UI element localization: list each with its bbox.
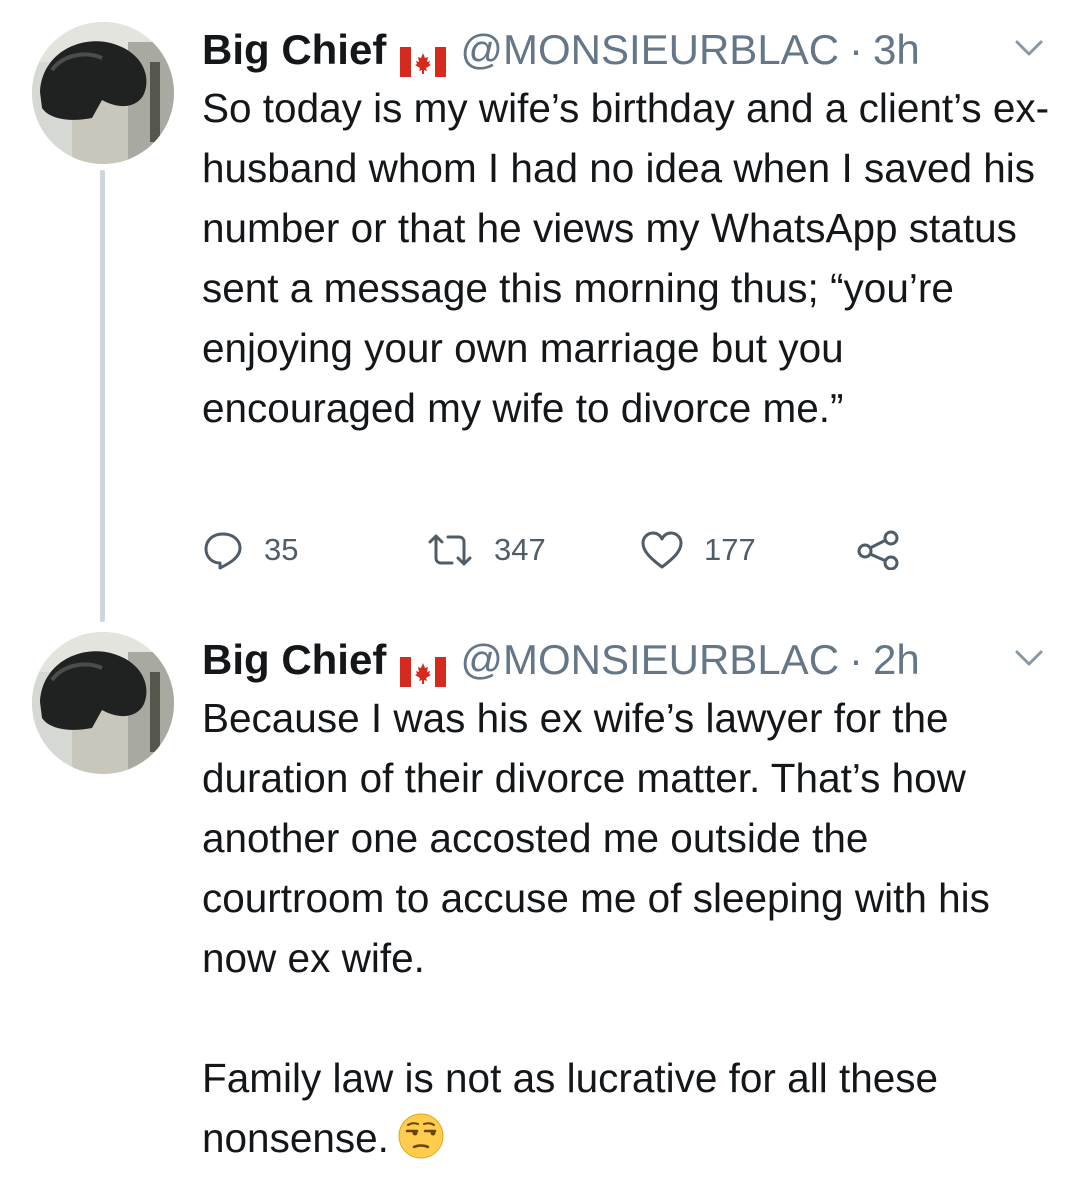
username-handle[interactable]: @MONSIEURBLAC <box>460 24 839 76</box>
chevron-down-icon[interactable] <box>1014 38 1044 58</box>
timestamp[interactable]: 2h <box>873 634 920 686</box>
tweet-text: Because I was his ex wife’s lawyer for t… <box>202 688 1052 1168</box>
canada-flag-icon <box>400 647 447 687</box>
retweet-button[interactable]: 347 <box>426 528 546 572</box>
heart-icon <box>641 531 683 569</box>
retweet-count: 347 <box>494 532 546 567</box>
tweet-actions: 35 347 177 <box>202 528 962 572</box>
tweet-header: Big Chief @MONSIEURBLAC · 3h <box>202 24 920 77</box>
reply-bubble-icon <box>204 532 242 570</box>
chevron-down-icon[interactable] <box>1014 648 1044 668</box>
avatar[interactable] <box>32 22 174 164</box>
avatar[interactable] <box>32 632 174 774</box>
tweet-text-content: Because I was his ex wife’s lawyer for t… <box>202 695 990 1161</box>
display-name[interactable]: Big Chief <box>202 24 386 76</box>
reply-count: 35 <box>264 532 299 567</box>
like-count: 177 <box>704 532 756 567</box>
share-button[interactable] <box>856 528 920 572</box>
reply-button[interactable]: 35 <box>202 528 298 572</box>
thread-connector-line <box>100 170 105 622</box>
retweet-icon <box>428 534 472 566</box>
display-name[interactable]: Big Chief <box>202 634 386 686</box>
like-button[interactable]: 177 <box>640 528 756 572</box>
separator-dot: · <box>849 26 864 73</box>
tweet-text: So today is my wife’s birthday and a cli… <box>202 85 1050 431</box>
unamused-face-emoji <box>398 1113 444 1159</box>
tweet-header: Big Chief @MONSIEURBLAC · 2h <box>202 634 920 687</box>
timestamp[interactable]: 3h <box>873 24 920 76</box>
share-icon <box>857 530 899 570</box>
canada-flag-icon <box>400 37 447 77</box>
separator-dot: · <box>849 636 864 683</box>
username-handle[interactable]: @MONSIEURBLAC <box>460 634 839 686</box>
